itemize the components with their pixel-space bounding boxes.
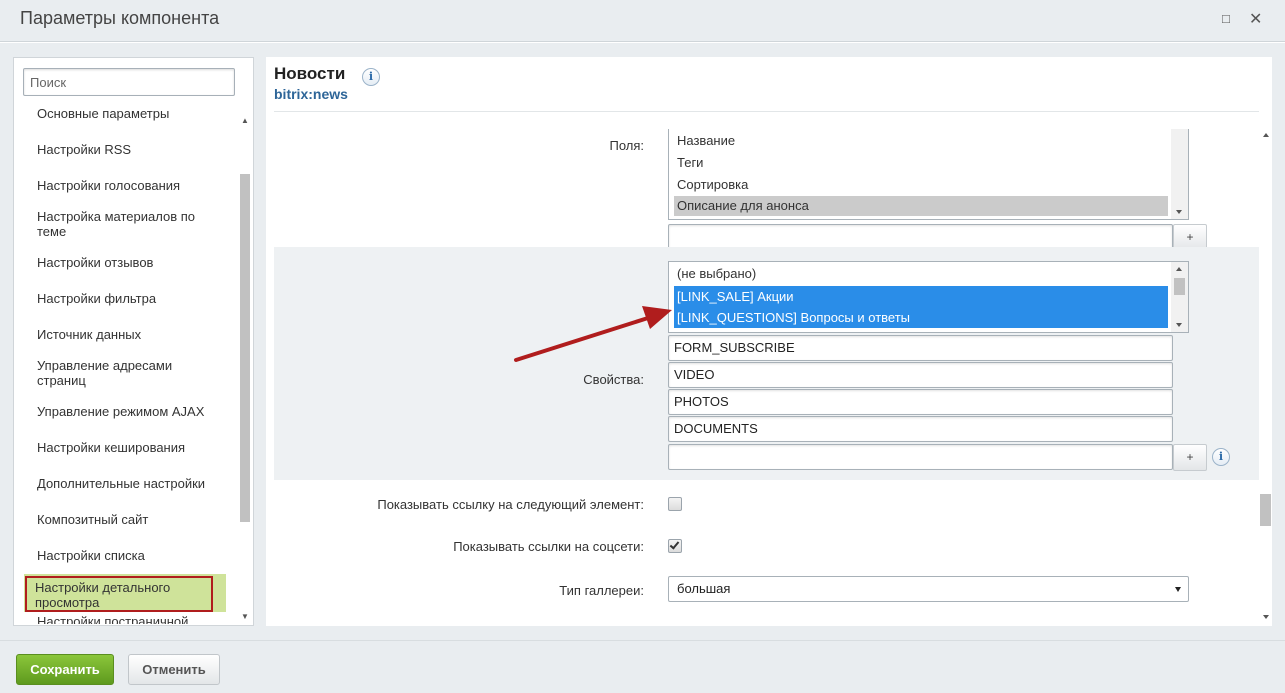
search-input[interactable] (23, 68, 235, 96)
main-scroll-thumb[interactable] (1260, 494, 1271, 526)
sidebar-item-detail[interactable]: Настройки детального просмотра (25, 576, 213, 612)
close-icon[interactable]: ✕ (1249, 9, 1262, 29)
fields-option[interactable]: Сортировка (674, 175, 1164, 195)
info-icon[interactable]: i (362, 68, 380, 86)
sidebar-item-main[interactable]: Основные параметры (37, 106, 217, 121)
header-divider (274, 111, 1259, 112)
sidebar-item-additional[interactable]: Дополнительные настройки (37, 476, 217, 491)
scroll-down-icon[interactable] (1176, 210, 1182, 214)
sidebar-scrollbar[interactable]: ▲ ▼ (238, 114, 252, 622)
property-input[interactable]: PHOTOS (668, 389, 1173, 415)
scroll-down-icon[interactable] (1176, 323, 1182, 327)
component-title: Новости (274, 64, 346, 83)
show-next-link-checkbox[interactable] (668, 497, 682, 511)
fields-listbox[interactable]: Название Теги Сортировка Описание для ан… (668, 129, 1189, 220)
show-social-links-label: Показывать ссылки на соцсети: (453, 539, 644, 554)
sidebar: Основные параметры Настройки RSS Настрой… (13, 57, 254, 626)
gallery-type-label: Тип галлереи: (559, 583, 644, 598)
sidebar-item-list[interactable]: Настройки списка (37, 548, 217, 563)
dialog-content: Основные параметры Настройки RSS Настрой… (0, 43, 1285, 640)
properties-option[interactable]: (не выбрано) (674, 264, 1164, 284)
property-input[interactable]: DOCUMENTS (668, 416, 1173, 442)
sidebar-item-rss[interactable]: Настройки RSS (37, 142, 217, 157)
sidebar-nav: Основные параметры Настройки RSS Настрой… (14, 106, 237, 624)
property-input[interactable]: FORM_SUBSCRIBE (668, 335, 1173, 361)
dialog-footer: Сохранить Отменить (0, 640, 1285, 693)
sidebar-item-composite[interactable]: Композитный сайт (37, 512, 217, 527)
show-social-links-checkbox[interactable] (668, 539, 682, 553)
fields-option-selected[interactable]: Описание для анонса (674, 196, 1168, 216)
fields-option[interactable]: Теги (674, 153, 1164, 173)
check-icon (669, 539, 680, 550)
scroll-down-icon[interactable] (1263, 615, 1269, 619)
main-scrollbar[interactable] (1260, 129, 1272, 626)
scroll-down-icon[interactable]: ▼ (241, 612, 249, 621)
gallery-type-value: большая (677, 581, 731, 596)
sidebar-item-pager[interactable]: Настройки постраничной (37, 614, 217, 624)
sidebar-item-voting[interactable]: Настройки голосования (37, 178, 217, 193)
sidebar-item-datasource[interactable]: Источник данных (37, 327, 217, 342)
window-title: Параметры компонента (20, 8, 220, 28)
fields-label: Поля: (609, 138, 644, 153)
save-button[interactable]: Сохранить (16, 654, 114, 685)
chevron-down-icon (1175, 587, 1181, 592)
sidebar-item-filter[interactable]: Настройки фильтра (37, 291, 217, 306)
sidebar-item-urls[interactable]: Управление адресами страниц (37, 358, 217, 388)
sidebar-item-ajax[interactable]: Управление режимом AJAX (37, 404, 217, 419)
sidebar-item-related[interactable]: Настройка материалов по теме (37, 209, 217, 239)
fields-option[interactable]: Название (674, 131, 1164, 151)
sidebar-item-cache[interactable]: Настройки кеширования (37, 440, 217, 455)
properties-label: Свойства: (583, 372, 644, 387)
maximize-icon[interactable]: □ (1222, 11, 1230, 26)
scroll-up-icon[interactable]: ▲ (241, 116, 249, 125)
properties-option-selected[interactable]: [LINK_QUESTIONS] Вопросы и ответы (674, 307, 1168, 328)
params-scroll-area: Поля: Название Теги Сортировка Описание … (266, 129, 1272, 626)
info-icon[interactable]: i (1212, 448, 1230, 466)
fields-scrollbar[interactable] (1171, 129, 1188, 219)
properties-scroll-thumb[interactable] (1174, 278, 1185, 295)
property-input-empty[interactable] (668, 444, 1173, 470)
gallery-type-select[interactable]: большая (668, 576, 1189, 602)
scroll-up-icon[interactable] (1176, 267, 1182, 271)
properties-add-button[interactable]: + (1173, 444, 1207, 471)
properties-option-selected[interactable]: [LINK_SALE] Акции (674, 286, 1168, 307)
component-code: bitrix:news (274, 86, 348, 102)
sidebar-scroll-thumb[interactable] (240, 174, 250, 522)
sidebar-item-reviews[interactable]: Настройки отзывов (37, 255, 217, 270)
window-titlebar: Параметры компонента □ ✕ (0, 0, 1285, 42)
main-panel: Новости i bitrix:news Поля: Название Тег… (266, 57, 1272, 626)
scroll-up-icon[interactable] (1263, 133, 1269, 137)
properties-scrollbar[interactable] (1171, 262, 1188, 332)
property-input[interactable]: VIDEO (668, 362, 1173, 388)
properties-listbox[interactable]: (не выбрано) [LINK_SALE] Акции [LINK_QUE… (668, 261, 1189, 333)
cancel-button[interactable]: Отменить (128, 654, 220, 685)
show-next-link-label: Показывать ссылку на следующий элемент: (377, 497, 644, 512)
